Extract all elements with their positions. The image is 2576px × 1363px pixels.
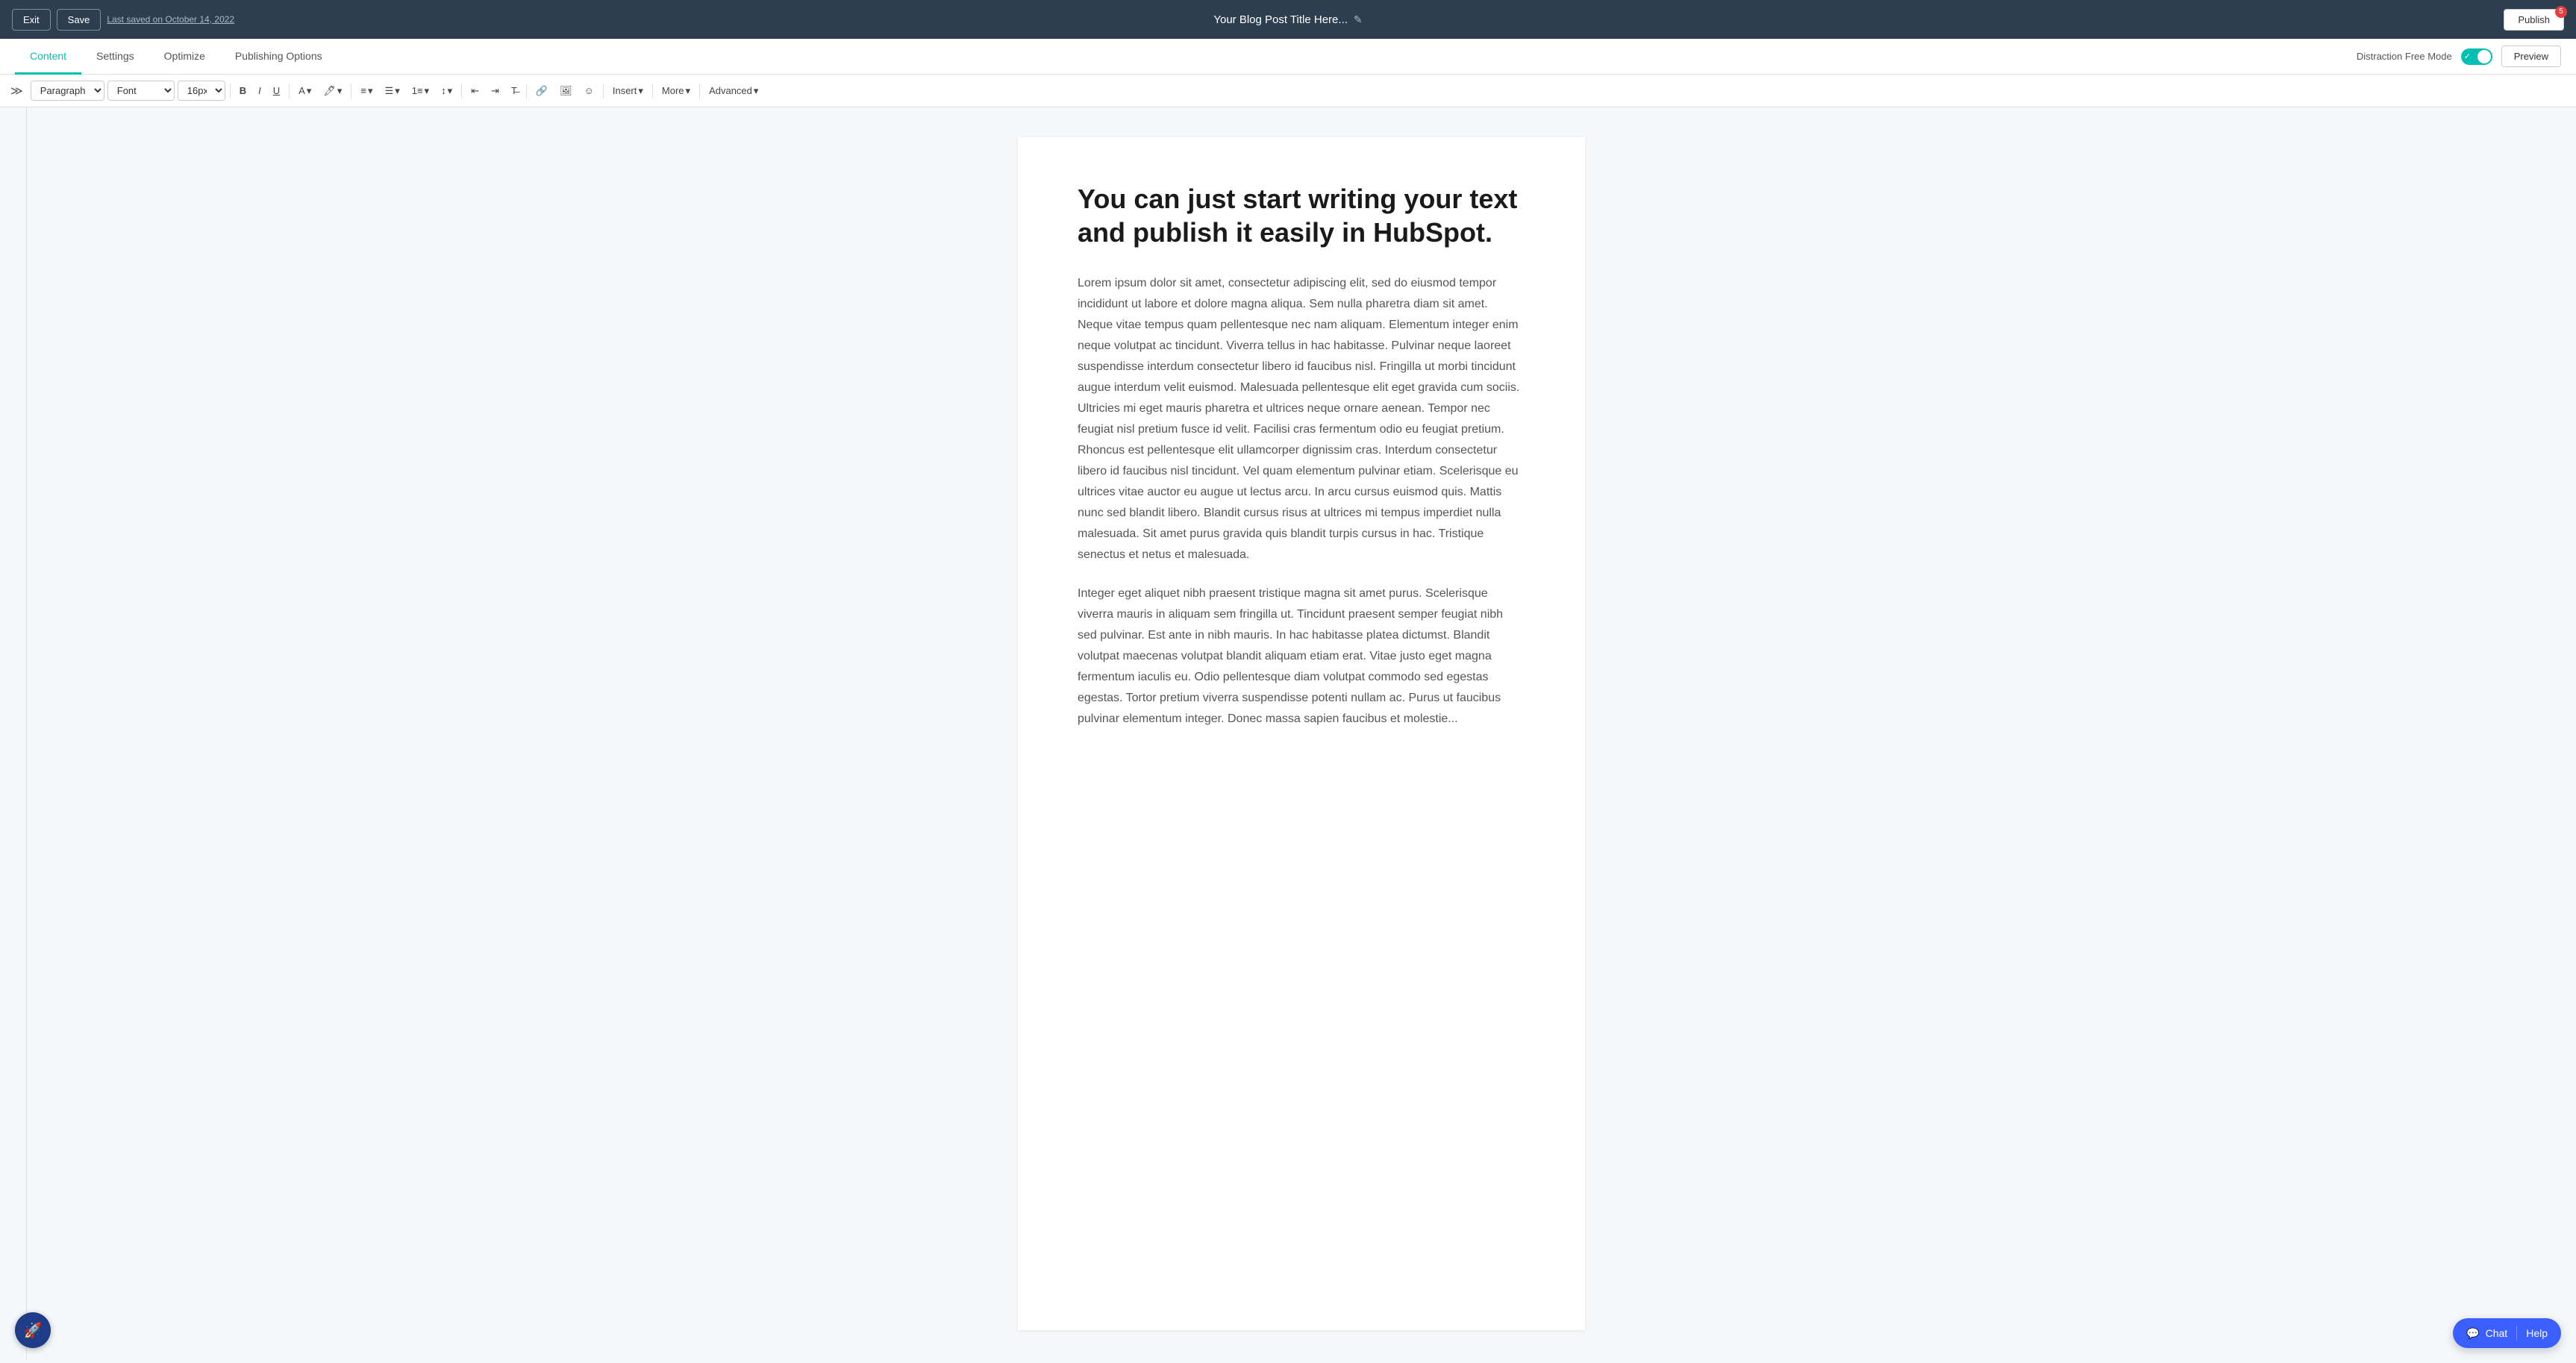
tab-settings[interactable]: Settings (81, 40, 149, 75)
tabs-right: Distraction Free Mode ✓ Preview (2357, 46, 2561, 67)
more-chevron: ▾ (686, 85, 691, 97)
advanced-label: Advanced (709, 85, 752, 96)
exit-button[interactable]: Exit (12, 9, 51, 31)
clear-format-icon: T̶ (511, 85, 517, 96)
distraction-free-label: Distraction Free Mode (2357, 51, 2452, 62)
toggle-knob (2477, 50, 2491, 63)
highlight-chevron: ▾ (337, 85, 343, 97)
toolbar-sep-8 (699, 84, 700, 98)
insert-label: Insert (613, 85, 637, 96)
ordered-list-button[interactable]: 1≡ ▾ (407, 82, 434, 100)
content-paragraph-1[interactable]: Lorem ipsum dolor sit amet, consectetur … (1078, 273, 1525, 565)
chat-help-button[interactable]: 💬 Chat Help (2453, 1318, 2561, 1348)
page-title: Your Blog Post Title Here... (1213, 13, 1348, 26)
line-height-icon: ↕ (441, 85, 446, 96)
outdent-button[interactable]: ⇤ (466, 82, 484, 100)
left-sidebar (0, 107, 27, 1360)
top-bar-left: Exit Save Last saved on October 14, 2022 (12, 9, 234, 31)
bot-icon[interactable]: 🚀 (15, 1312, 51, 1348)
insert-chevron: ▾ (638, 85, 643, 97)
edit-title-icon[interactable]: ✎ (1354, 13, 1363, 26)
tab-optimize[interactable]: Optimize (149, 40, 220, 75)
toolbar-sep-2 (289, 84, 290, 98)
link-button[interactable]: 🔗 (531, 82, 552, 100)
ordered-list-chevron: ▾ (425, 85, 430, 97)
link-icon: 🔗 (536, 85, 548, 97)
align-button[interactable]: ≡ ▾ (356, 82, 377, 100)
align-chevron: ▾ (368, 85, 373, 97)
clear-format-button[interactable]: T̶ (507, 82, 522, 99)
rocket-icon: 🚀 (24, 1321, 43, 1340)
indent-icon: ⇥ (491, 85, 499, 97)
font-family-select[interactable]: Font (107, 81, 175, 101)
top-bar-right: Publish 5 (2504, 9, 2564, 31)
line-height-chevron: ▾ (448, 85, 453, 97)
list-icon: ☰ (385, 85, 394, 97)
save-button[interactable]: Save (57, 9, 101, 31)
toolbar-sep-7 (652, 84, 653, 98)
image-icon: 🖼 (560, 85, 572, 97)
italic-button[interactable]: I (254, 82, 266, 99)
toolbar-sep-1 (230, 84, 231, 98)
underline-button[interactable]: U (269, 82, 284, 99)
last-saved-text[interactable]: Last saved on October 14, 2022 (107, 14, 234, 25)
toggle-background[interactable]: ✓ (2461, 48, 2492, 65)
notification-badge: 5 (2555, 6, 2567, 18)
font-color-button[interactable]: A ▾ (294, 82, 316, 100)
font-size-select[interactable]: 16px (178, 81, 225, 101)
toolbar-expand-icon[interactable]: ≫ (6, 81, 28, 101)
font-color-chevron: ▾ (307, 85, 312, 97)
font-color-label: A (298, 85, 305, 96)
tab-content[interactable]: Content (15, 40, 81, 75)
more-label: More (662, 85, 684, 96)
advanced-dropdown[interactable]: Advanced ▾ (704, 82, 763, 100)
preview-button[interactable]: Preview (2501, 46, 2561, 67)
main-area: You can just start writing your text and… (0, 107, 2576, 1360)
toolbar-sep-4 (461, 84, 462, 98)
editor-area[interactable]: You can just start writing your text and… (27, 107, 2576, 1360)
list-chevron: ▾ (395, 85, 400, 97)
toolbar: ≫ Paragraph Font 16px B I U A ▾ 🖊 ▾ ≡ ▾ … (0, 75, 2576, 107)
list-button[interactable]: ☰ ▾ (381, 82, 404, 100)
highlight-button[interactable]: 🖊 ▾ (319, 82, 346, 100)
top-bar: Exit Save Last saved on October 14, 2022… (0, 0, 2576, 39)
image-button[interactable]: 🖼 (555, 82, 577, 100)
toolbar-sep-6 (603, 84, 604, 98)
toolbar-sep-5 (526, 84, 527, 98)
chat-widget: 💬 Chat Help (2453, 1318, 2561, 1348)
emoji-icon: ☺ (584, 85, 594, 96)
toggle-check-icon: ✓ (2464, 51, 2471, 61)
highlight-icon: 🖊 (323, 85, 336, 97)
content-heading[interactable]: You can just start writing your text and… (1078, 182, 1525, 249)
ordered-list-icon: 1≡ (412, 85, 423, 96)
paragraph-style-select[interactable]: Paragraph (31, 81, 104, 101)
chat-separator (2516, 1326, 2517, 1341)
help-label: Help (2526, 1327, 2548, 1339)
line-height-button[interactable]: ↕ ▾ (437, 82, 457, 100)
top-bar-center: Your Blog Post Title Here... ✎ (1213, 13, 1362, 26)
content-paragraph-2[interactable]: Integer eget aliquet nibh praesent trist… (1078, 583, 1525, 730)
tabs-list: Content Settings Optimize Publishing Opt… (15, 40, 337, 74)
insert-dropdown[interactable]: Insert ▾ (608, 82, 648, 100)
emoji-button[interactable]: ☺ (580, 82, 598, 99)
advanced-chevron: ▾ (754, 85, 759, 97)
align-icon: ≡ (360, 85, 366, 96)
indent-button[interactable]: ⇥ (487, 82, 504, 100)
publish-button-wrap: Publish 5 (2504, 9, 2564, 31)
tabs-bar: Content Settings Optimize Publishing Opt… (0, 39, 2576, 75)
more-dropdown[interactable]: More ▾ (657, 82, 695, 100)
chat-bubble-icon: 💬 (2466, 1327, 2479, 1340)
bold-button[interactable]: B (235, 82, 251, 99)
tab-publishing-options[interactable]: Publishing Options (220, 40, 337, 75)
editor-content[interactable]: You can just start writing your text and… (1018, 137, 1585, 1330)
outdent-icon: ⇤ (471, 85, 479, 97)
distraction-free-toggle[interactable]: ✓ (2461, 48, 2492, 65)
chat-label: Chat (2486, 1327, 2508, 1339)
